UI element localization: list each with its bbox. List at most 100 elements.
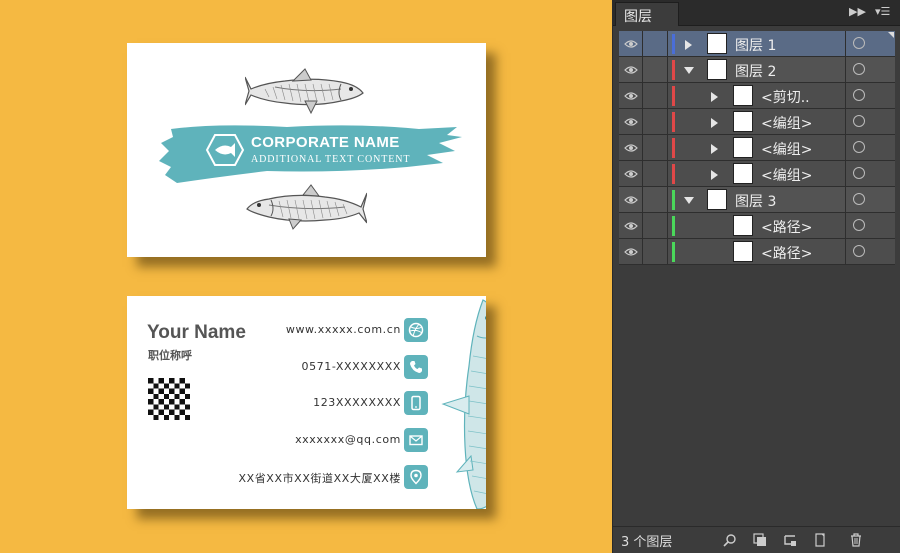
layer-color-bar [672,164,675,184]
layer-thumbnail [707,33,727,54]
sublayer-row-path[interactable]: <路径> [619,239,895,265]
visibility-eye-icon[interactable] [619,83,643,108]
layer-name: 图层 1 [735,38,777,54]
layer-thumbnail [733,241,753,262]
layer-list: 图层 1 图层 2 <剪切.. <编组> <编组> <编组> 图层 3 <路径>… [619,31,895,265]
layer-color-bar [672,216,675,236]
target-divider [845,213,846,238]
sublayer-row-group[interactable]: <编组> [619,161,895,187]
lock-toggle[interactable] [644,213,668,238]
layer-color-bar [672,242,675,262]
visibility-eye-icon[interactable] [619,161,643,186]
layer-name: <剪切.. [761,90,810,106]
address-text: XX省XX市XX街道XX大厦XX楼 [238,472,401,485]
visibility-eye-icon[interactable] [619,239,643,264]
website-text: www.xxxxx.com.cn [285,323,401,336]
layers-panel: 图层 ▶▶ ▾☰ 图层 1 图层 2 <剪切.. <编组> <编组> <编组> … [612,0,900,553]
expand-arrow-icon[interactable] [685,40,692,50]
sublayer-row-path[interactable]: <路径> [619,213,895,239]
business-card-back: Your Name 职位称呼 www.xxxxx.com.cn 0571-XXX… [127,296,486,509]
layer-thumbnail [733,111,753,132]
panel-footer: 3 个图层 [613,526,900,553]
target-divider [845,239,846,264]
target-divider [845,109,846,134]
location-pin-icon [404,465,428,489]
job-title: 职位称呼 [148,349,192,362]
target-divider [845,135,846,160]
lock-toggle[interactable] [644,239,668,264]
expand-arrow-icon[interactable] [711,144,718,154]
lock-toggle[interactable] [644,161,668,186]
expand-arrow-icon[interactable] [711,170,718,180]
target-circle-icon[interactable] [853,193,865,205]
layer-thumbnail [707,189,727,210]
collapse-arrow-icon[interactable] [684,67,694,74]
sublayer-row-clip-group[interactable]: <剪切.. [619,83,895,109]
lock-toggle[interactable] [644,109,668,134]
lock-toggle[interactable] [644,135,668,160]
create-sublayer-icon[interactable] [783,533,797,547]
layer-thumbnail [733,137,753,158]
phone-text: 0571-XXXXXXXX [301,360,401,373]
layer-thumbnail [733,163,753,184]
target-circle-icon[interactable] [853,115,865,127]
sublayer-row-group[interactable]: <编组> [619,109,895,135]
target-circle-icon[interactable] [853,245,865,257]
layer-thumbnail [707,59,727,80]
expand-arrow-icon[interactable] [711,118,718,128]
visibility-eye-icon[interactable] [619,213,643,238]
delete-layer-icon[interactable] [849,533,863,547]
layer-name: <路径> [761,220,813,236]
lock-toggle[interactable] [644,83,668,108]
target-circle-icon[interactable] [853,89,865,101]
visibility-eye-icon[interactable] [619,109,643,134]
email-text: xxxxxxx@qq.com [295,433,401,446]
create-new-layer-icon[interactable] [813,533,827,547]
salmon-illustration-bottom [246,184,367,230]
salmon-vertical-illustration [441,299,486,509]
layer-name: <编组> [761,116,813,132]
layer-color-bar [672,60,675,80]
locate-object-icon[interactable] [723,533,737,547]
mobile-icon [404,391,428,415]
target-divider [845,57,846,82]
expand-arrow-icon[interactable] [711,92,718,102]
visibility-eye-icon[interactable] [619,57,643,82]
collapse-arrow-icon[interactable] [684,197,694,204]
company-name: CORPORATE NAME [251,134,400,151]
layer-color-bar [672,112,675,132]
lock-toggle[interactable] [644,57,668,82]
lock-toggle[interactable] [644,31,668,56]
lock-toggle[interactable] [644,187,668,212]
target-circle-icon[interactable] [853,141,865,153]
panel-menu-icon[interactable]: ▾☰ [875,5,890,18]
qr-code [148,378,190,420]
target-circle-icon[interactable] [853,63,865,75]
target-circle-icon[interactable] [853,37,865,49]
visibility-eye-icon[interactable] [619,31,643,56]
visibility-eye-icon[interactable] [619,135,643,160]
person-name: Your Name [147,322,246,343]
make-clipping-mask-icon[interactable] [753,533,767,547]
layer-name: <编组> [761,168,813,184]
mail-icon [404,428,428,452]
layer-color-bar [672,138,675,158]
visibility-eye-icon[interactable] [619,187,643,212]
panel-tab-bar: 图层 ▶▶ ▾☰ [613,0,900,26]
company-subtitle: ADDITIONAL TEXT CONTENT [251,154,411,165]
dribbble-icon [404,318,428,342]
layer-row-3[interactable]: 图层 3 [619,187,895,213]
target-circle-icon[interactable] [853,219,865,231]
layer-row-1[interactable]: 图层 1 [619,31,895,57]
layer-count: 3 个图层 [621,535,673,550]
layer-row-2[interactable]: 图层 2 [619,57,895,83]
selection-corner-indicator [888,32,894,38]
fish-logo-icon [205,134,245,166]
layer-color-bar [672,190,675,210]
tab-layers[interactable]: 图层 [615,2,679,26]
layer-color-bar [672,86,675,106]
target-circle-icon[interactable] [853,167,865,179]
target-divider [845,31,846,56]
sublayer-row-group[interactable]: <编组> [619,135,895,161]
collapse-panel-icon[interactable]: ▶▶ [849,5,866,18]
